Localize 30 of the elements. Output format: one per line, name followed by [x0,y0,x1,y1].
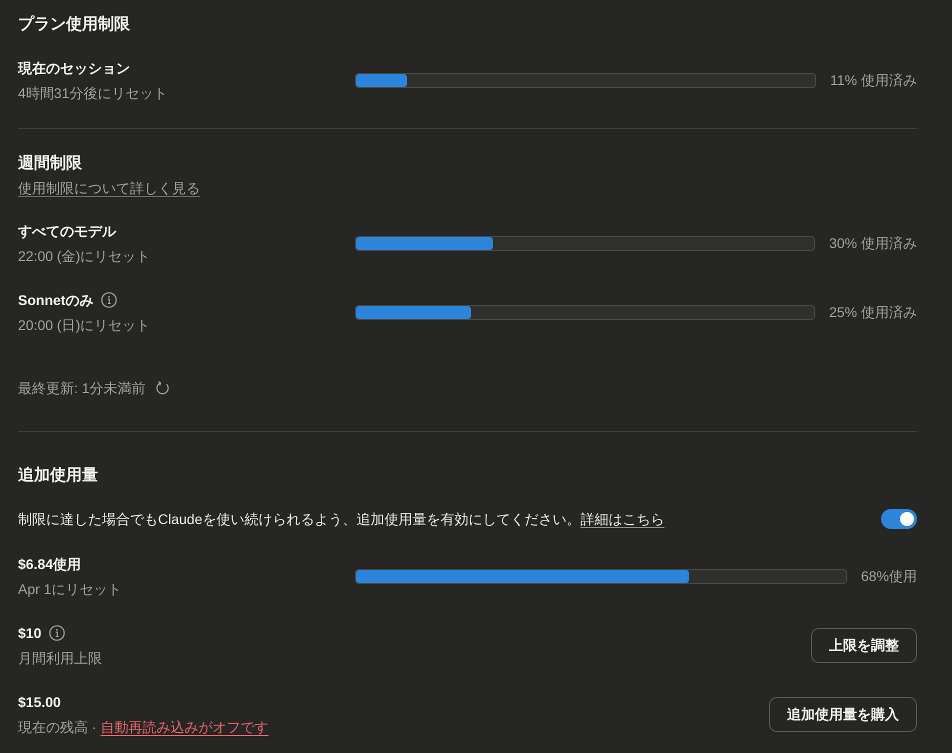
section-title: 追加使用量 [18,466,98,486]
meter-label: すべてのモデル [18,222,116,241]
usage-reading: 25% 使用済み [829,304,917,322]
reset-time: 4時間31分後にリセット [18,84,168,103]
meter-label: 現在のセッション [18,59,130,78]
usage-amount: $6.84使用 [18,555,82,574]
balance-amount: $15.00 [18,693,61,712]
info-icon[interactable] [49,625,66,641]
reset-date: Apr 1にリセット [18,580,122,599]
usage-reading: 30% 使用済み [829,234,917,252]
section-title: 週間制限 [18,154,82,174]
details-link[interactable]: 詳細はこちら [580,511,664,527]
reset-time: 22:00 (金)にリセット [18,247,150,266]
limit-caption: 月間利用上限 [18,649,102,668]
adjust-limit-button[interactable]: 上限を調整 [811,628,917,663]
section-title: プラン使用制限 [18,14,130,35]
last-updated-text: 最終更新: 1分未満前 [18,379,146,398]
usage-reading: 68%使用 [860,568,917,586]
balance-caption: 現在の残高 · [18,718,97,737]
meter-label: Sonnetのみ [18,291,94,310]
limit-amount: $10 [18,624,42,643]
usage-reading: 11% 使用済み [830,72,917,90]
buy-extra-usage-button[interactable]: 追加使用量を購入 [769,697,917,732]
description-text: 制限に達した場合でもClaudeを使い続けられるよう、追加使用量を有効にしてください。詳細はこちら [18,510,664,529]
info-icon[interactable] [101,292,118,308]
reset-time: 20:00 (日)にリセット [18,316,150,335]
extra-usage-toggle[interactable] [881,509,917,529]
learn-more-link[interactable]: 使用制限について詳しく見る [18,176,200,200]
auto-reload-link[interactable]: 自動再読み込みがオフです [100,715,269,739]
refresh-icon[interactable] [156,381,170,395]
